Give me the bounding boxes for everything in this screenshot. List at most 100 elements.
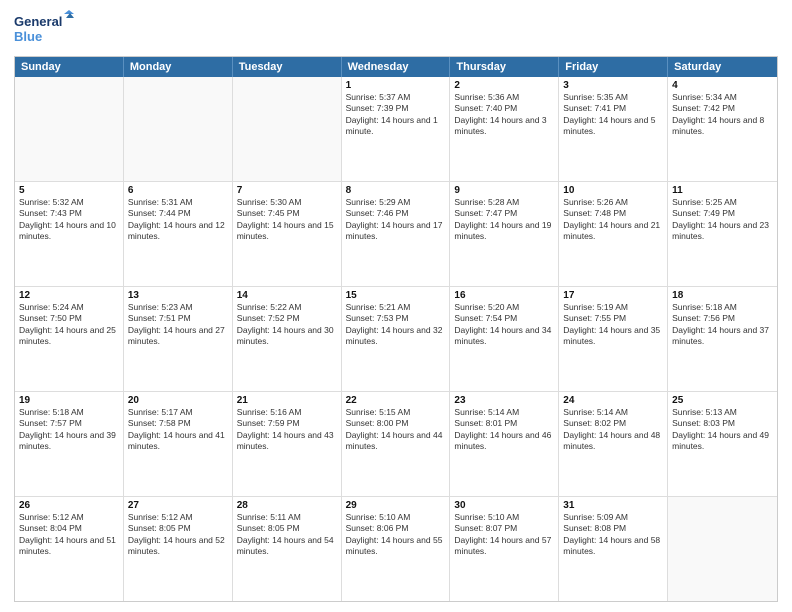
week-row-4: 19 Sunrise: 5:18 AMSunset: 7:57 PMDaylig…: [15, 392, 777, 497]
day-cell-28: 28 Sunrise: 5:11 AMSunset: 8:05 PMDaylig…: [233, 497, 342, 601]
cell-info: Sunrise: 5:35 AMSunset: 7:41 PMDaylight:…: [563, 92, 663, 138]
header-day-tuesday: Tuesday: [233, 57, 342, 77]
day-cell-17: 17 Sunrise: 5:19 AMSunset: 7:55 PMDaylig…: [559, 287, 668, 391]
header-day-saturday: Saturday: [668, 57, 777, 77]
cell-info: Sunrise: 5:23 AMSunset: 7:51 PMDaylight:…: [128, 302, 228, 348]
week-row-2: 5 Sunrise: 5:32 AMSunset: 7:43 PMDayligh…: [15, 182, 777, 287]
day-number: 1: [346, 80, 446, 91]
day-cell-14: 14 Sunrise: 5:22 AMSunset: 7:52 PMDaylig…: [233, 287, 342, 391]
svg-text:Blue: Blue: [14, 29, 42, 44]
day-cell-25: 25 Sunrise: 5:13 AMSunset: 8:03 PMDaylig…: [668, 392, 777, 496]
day-number: 30: [454, 500, 554, 511]
day-number: 2: [454, 80, 554, 91]
day-number: 9: [454, 185, 554, 196]
cell-info: Sunrise: 5:19 AMSunset: 7:55 PMDaylight:…: [563, 302, 663, 348]
svg-text:General: General: [14, 14, 62, 29]
day-cell-15: 15 Sunrise: 5:21 AMSunset: 7:53 PMDaylig…: [342, 287, 451, 391]
cell-info: Sunrise: 5:14 AMSunset: 8:01 PMDaylight:…: [454, 407, 554, 453]
cell-info: Sunrise: 5:31 AMSunset: 7:44 PMDaylight:…: [128, 197, 228, 243]
cell-info: Sunrise: 5:21 AMSunset: 7:53 PMDaylight:…: [346, 302, 446, 348]
day-cell-23: 23 Sunrise: 5:14 AMSunset: 8:01 PMDaylig…: [450, 392, 559, 496]
cell-info: Sunrise: 5:36 AMSunset: 7:40 PMDaylight:…: [454, 92, 554, 138]
day-cell-11: 11 Sunrise: 5:25 AMSunset: 7:49 PMDaylig…: [668, 182, 777, 286]
empty-cell: [233, 77, 342, 181]
day-cell-4: 4 Sunrise: 5:34 AMSunset: 7:42 PMDayligh…: [668, 77, 777, 181]
day-cell-9: 9 Sunrise: 5:28 AMSunset: 7:47 PMDayligh…: [450, 182, 559, 286]
cell-info: Sunrise: 5:30 AMSunset: 7:45 PMDaylight:…: [237, 197, 337, 243]
day-cell-26: 26 Sunrise: 5:12 AMSunset: 8:04 PMDaylig…: [15, 497, 124, 601]
cell-info: Sunrise: 5:16 AMSunset: 7:59 PMDaylight:…: [237, 407, 337, 453]
day-cell-10: 10 Sunrise: 5:26 AMSunset: 7:48 PMDaylig…: [559, 182, 668, 286]
cell-info: Sunrise: 5:18 AMSunset: 7:56 PMDaylight:…: [672, 302, 773, 348]
day-cell-13: 13 Sunrise: 5:23 AMSunset: 7:51 PMDaylig…: [124, 287, 233, 391]
cell-info: Sunrise: 5:10 AMSunset: 8:06 PMDaylight:…: [346, 512, 446, 558]
cell-info: Sunrise: 5:29 AMSunset: 7:46 PMDaylight:…: [346, 197, 446, 243]
day-cell-24: 24 Sunrise: 5:14 AMSunset: 8:02 PMDaylig…: [559, 392, 668, 496]
day-number: 8: [346, 185, 446, 196]
day-cell-2: 2 Sunrise: 5:36 AMSunset: 7:40 PMDayligh…: [450, 77, 559, 181]
day-number: 14: [237, 290, 337, 301]
cell-info: Sunrise: 5:13 AMSunset: 8:03 PMDaylight:…: [672, 407, 773, 453]
cell-info: Sunrise: 5:11 AMSunset: 8:05 PMDaylight:…: [237, 512, 337, 558]
day-number: 3: [563, 80, 663, 91]
cell-info: Sunrise: 5:09 AMSunset: 8:08 PMDaylight:…: [563, 512, 663, 558]
cell-info: Sunrise: 5:18 AMSunset: 7:57 PMDaylight:…: [19, 407, 119, 453]
empty-cell: [124, 77, 233, 181]
cell-info: Sunrise: 5:12 AMSunset: 8:04 PMDaylight:…: [19, 512, 119, 558]
cell-info: Sunrise: 5:34 AMSunset: 7:42 PMDaylight:…: [672, 92, 773, 138]
week-row-5: 26 Sunrise: 5:12 AMSunset: 8:04 PMDaylig…: [15, 497, 777, 601]
day-cell-12: 12 Sunrise: 5:24 AMSunset: 7:50 PMDaylig…: [15, 287, 124, 391]
day-number: 26: [19, 500, 119, 511]
day-cell-20: 20 Sunrise: 5:17 AMSunset: 7:58 PMDaylig…: [124, 392, 233, 496]
day-cell-6: 6 Sunrise: 5:31 AMSunset: 7:44 PMDayligh…: [124, 182, 233, 286]
header-day-friday: Friday: [559, 57, 668, 77]
day-number: 23: [454, 395, 554, 406]
day-cell-29: 29 Sunrise: 5:10 AMSunset: 8:06 PMDaylig…: [342, 497, 451, 601]
day-cell-30: 30 Sunrise: 5:10 AMSunset: 8:07 PMDaylig…: [450, 497, 559, 601]
cell-info: Sunrise: 5:28 AMSunset: 7:47 PMDaylight:…: [454, 197, 554, 243]
cell-info: Sunrise: 5:14 AMSunset: 8:02 PMDaylight:…: [563, 407, 663, 453]
calendar: SundayMondayTuesdayWednesdayThursdayFrid…: [14, 56, 778, 602]
day-cell-21: 21 Sunrise: 5:16 AMSunset: 7:59 PMDaylig…: [233, 392, 342, 496]
day-number: 18: [672, 290, 773, 301]
day-number: 15: [346, 290, 446, 301]
empty-cell: [15, 77, 124, 181]
day-number: 17: [563, 290, 663, 301]
calendar-body: 1 Sunrise: 5:37 AMSunset: 7:39 PMDayligh…: [15, 77, 777, 601]
day-number: 7: [237, 185, 337, 196]
day-number: 20: [128, 395, 228, 406]
day-number: 28: [237, 500, 337, 511]
day-number: 25: [672, 395, 773, 406]
week-row-1: 1 Sunrise: 5:37 AMSunset: 7:39 PMDayligh…: [15, 77, 777, 182]
day-number: 11: [672, 185, 773, 196]
day-cell-1: 1 Sunrise: 5:37 AMSunset: 7:39 PMDayligh…: [342, 77, 451, 181]
header-day-monday: Monday: [124, 57, 233, 77]
day-cell-27: 27 Sunrise: 5:12 AMSunset: 8:05 PMDaylig…: [124, 497, 233, 601]
cell-info: Sunrise: 5:25 AMSunset: 7:49 PMDaylight:…: [672, 197, 773, 243]
cell-info: Sunrise: 5:32 AMSunset: 7:43 PMDaylight:…: [19, 197, 119, 243]
day-cell-7: 7 Sunrise: 5:30 AMSunset: 7:45 PMDayligh…: [233, 182, 342, 286]
day-cell-22: 22 Sunrise: 5:15 AMSunset: 8:00 PMDaylig…: [342, 392, 451, 496]
calendar-header: SundayMondayTuesdayWednesdayThursdayFrid…: [15, 57, 777, 77]
cell-info: Sunrise: 5:22 AMSunset: 7:52 PMDaylight:…: [237, 302, 337, 348]
cell-info: Sunrise: 5:12 AMSunset: 8:05 PMDaylight:…: [128, 512, 228, 558]
cell-info: Sunrise: 5:26 AMSunset: 7:48 PMDaylight:…: [563, 197, 663, 243]
cell-info: Sunrise: 5:37 AMSunset: 7:39 PMDaylight:…: [346, 92, 446, 138]
cell-info: Sunrise: 5:20 AMSunset: 7:54 PMDaylight:…: [454, 302, 554, 348]
day-number: 22: [346, 395, 446, 406]
day-number: 5: [19, 185, 119, 196]
header-day-thursday: Thursday: [450, 57, 559, 77]
cell-info: Sunrise: 5:15 AMSunset: 8:00 PMDaylight:…: [346, 407, 446, 453]
day-cell-31: 31 Sunrise: 5:09 AMSunset: 8:08 PMDaylig…: [559, 497, 668, 601]
cell-info: Sunrise: 5:24 AMSunset: 7:50 PMDaylight:…: [19, 302, 119, 348]
day-number: 13: [128, 290, 228, 301]
day-number: 4: [672, 80, 773, 91]
day-cell-19: 19 Sunrise: 5:18 AMSunset: 7:57 PMDaylig…: [15, 392, 124, 496]
day-cell-16: 16 Sunrise: 5:20 AMSunset: 7:54 PMDaylig…: [450, 287, 559, 391]
cell-info: Sunrise: 5:10 AMSunset: 8:07 PMDaylight:…: [454, 512, 554, 558]
day-number: 16: [454, 290, 554, 301]
day-number: 12: [19, 290, 119, 301]
day-number: 24: [563, 395, 663, 406]
day-cell-5: 5 Sunrise: 5:32 AMSunset: 7:43 PMDayligh…: [15, 182, 124, 286]
cell-info: Sunrise: 5:17 AMSunset: 7:58 PMDaylight:…: [128, 407, 228, 453]
